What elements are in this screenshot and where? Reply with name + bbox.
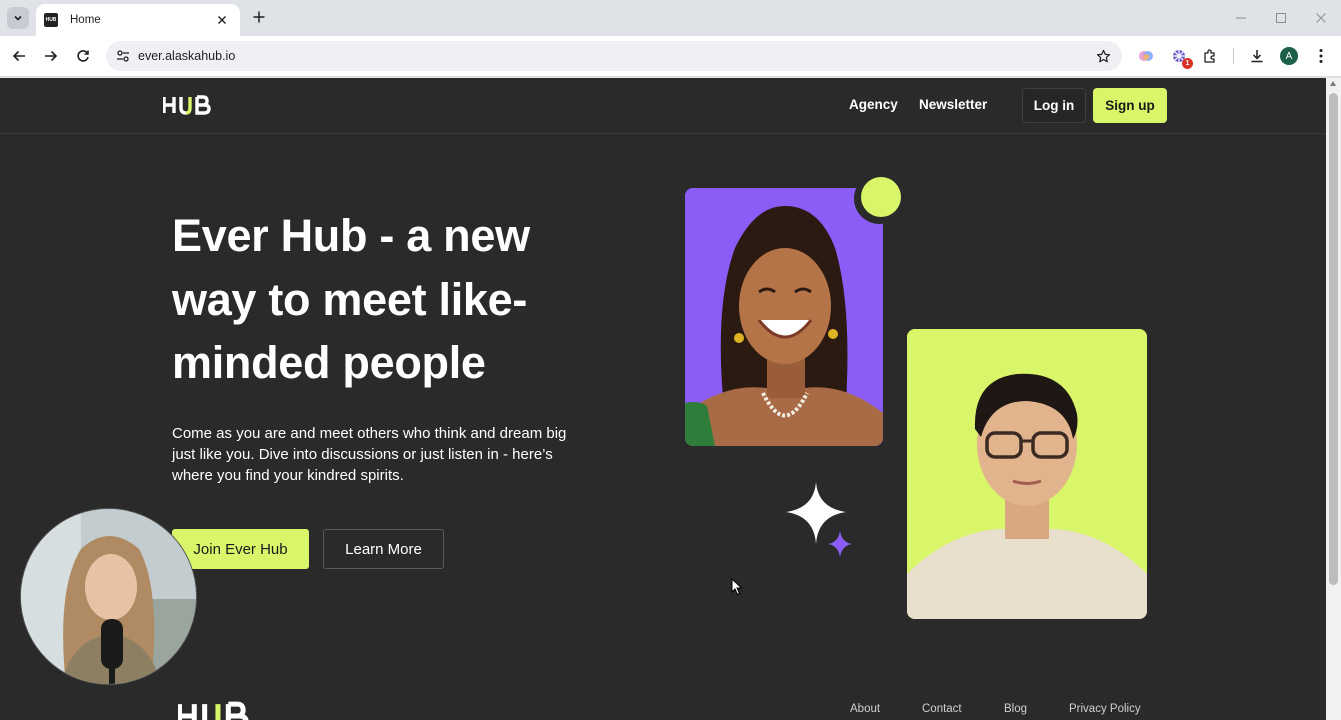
decor-circle — [861, 177, 901, 217]
address-bar[interactable]: ever.alaskahub.io — [106, 41, 1122, 71]
hub-logo-icon — [176, 701, 249, 720]
mouse-cursor-icon — [731, 578, 743, 596]
join-button[interactable]: Join Ever Hub — [172, 529, 309, 569]
site-header: Agency Newsletter Log in Sign up — [0, 78, 1326, 134]
browser-menu-button[interactable] — [1309, 44, 1333, 68]
reload-icon — [77, 50, 89, 62]
toolbar-divider — [1233, 48, 1234, 64]
web-page: Agency Newsletter Log in Sign up Ever Hu… — [0, 78, 1326, 720]
footer-link-blog[interactable]: Blog — [1004, 703, 1027, 715]
chevron-down-icon — [14, 15, 22, 21]
extensions-button[interactable] — [1198, 44, 1222, 68]
copilot-icon — [1139, 51, 1153, 61]
tab-favicon: HUB — [44, 13, 58, 27]
close-window-button[interactable] — [1301, 0, 1341, 36]
scroll-thumb[interactable] — [1329, 93, 1338, 585]
profile-button[interactable]: A — [1277, 44, 1301, 68]
new-tab-button[interactable] — [250, 8, 268, 26]
arrow-right-icon — [45, 50, 58, 62]
hub-logo-icon — [163, 95, 211, 115]
url-text[interactable]: ever.alaskahub.io — [138, 49, 1088, 63]
nav-newsletter[interactable]: Newsletter — [919, 97, 987, 112]
hero-subtitle: Come as you are and meet others who thin… — [172, 425, 567, 484]
profile-avatar: A — [1280, 47, 1298, 65]
learn-more-button[interactable]: Learn More — [323, 529, 444, 569]
browser-tab-bar: HUB Home — [0, 0, 1341, 36]
nav-agency[interactable]: Agency — [849, 97, 898, 112]
plus-icon — [253, 11, 265, 23]
footer-link-contact[interactable]: Contact — [922, 703, 962, 715]
footer-logo[interactable] — [176, 701, 252, 720]
tab-title: Home — [70, 14, 101, 26]
footer-link-about[interactable]: About — [850, 703, 880, 715]
presenter-video-image — [21, 509, 196, 684]
close-icon — [218, 16, 226, 24]
browser-tab[interactable]: HUB Home — [36, 4, 240, 36]
footer-link-privacy[interactable]: Privacy Policy — [1069, 703, 1141, 715]
star-icon — [1096, 49, 1110, 62]
tab-search-button[interactable] — [7, 7, 29, 29]
reload-button[interactable] — [71, 44, 95, 68]
hero-photo-man — [907, 329, 1147, 619]
man-portrait-image — [907, 329, 1147, 619]
hero-photo-woman — [685, 188, 883, 446]
tune-icon — [117, 50, 129, 62]
page-scrollbar[interactable] — [1326, 78, 1341, 720]
hero-title: Ever Hub - a new way to meet like-minded… — [172, 210, 530, 388]
tab-close-button[interactable] — [214, 12, 230, 28]
maximize-button[interactable] — [1261, 0, 1301, 36]
arrow-left-icon — [12, 50, 25, 62]
forward-button[interactable] — [39, 44, 63, 68]
extension-badge: 1 — [1182, 58, 1193, 69]
kebab-menu-icon — [1319, 49, 1323, 63]
minimize-button[interactable] — [1221, 0, 1261, 36]
scroll-up-arrow-icon[interactable] — [1330, 81, 1336, 86]
site-info-button[interactable] — [108, 49, 138, 63]
downloads-button[interactable] — [1245, 44, 1269, 68]
woman-portrait-image — [685, 188, 883, 446]
minimize-icon — [1236, 17, 1246, 19]
webcam-overlay — [20, 508, 197, 685]
bookmark-button[interactable] — [1088, 49, 1118, 64]
close-icon — [1316, 13, 1326, 23]
download-icon — [1251, 50, 1263, 63]
sparkle-icon — [786, 482, 852, 558]
back-button[interactable] — [7, 44, 31, 68]
signup-button[interactable]: Sign up — [1093, 88, 1167, 123]
extension-button[interactable]: 1 — [1167, 44, 1193, 69]
window-controls — [1221, 0, 1341, 36]
login-button[interactable]: Log in — [1022, 88, 1086, 123]
extension-copilot-button[interactable] — [1134, 44, 1158, 68]
puzzle-icon — [1204, 49, 1215, 63]
browser-toolbar: ever.alaskahub.io 1 A — [0, 36, 1341, 77]
site-logo[interactable] — [163, 95, 213, 115]
maximize-icon — [1276, 13, 1286, 23]
